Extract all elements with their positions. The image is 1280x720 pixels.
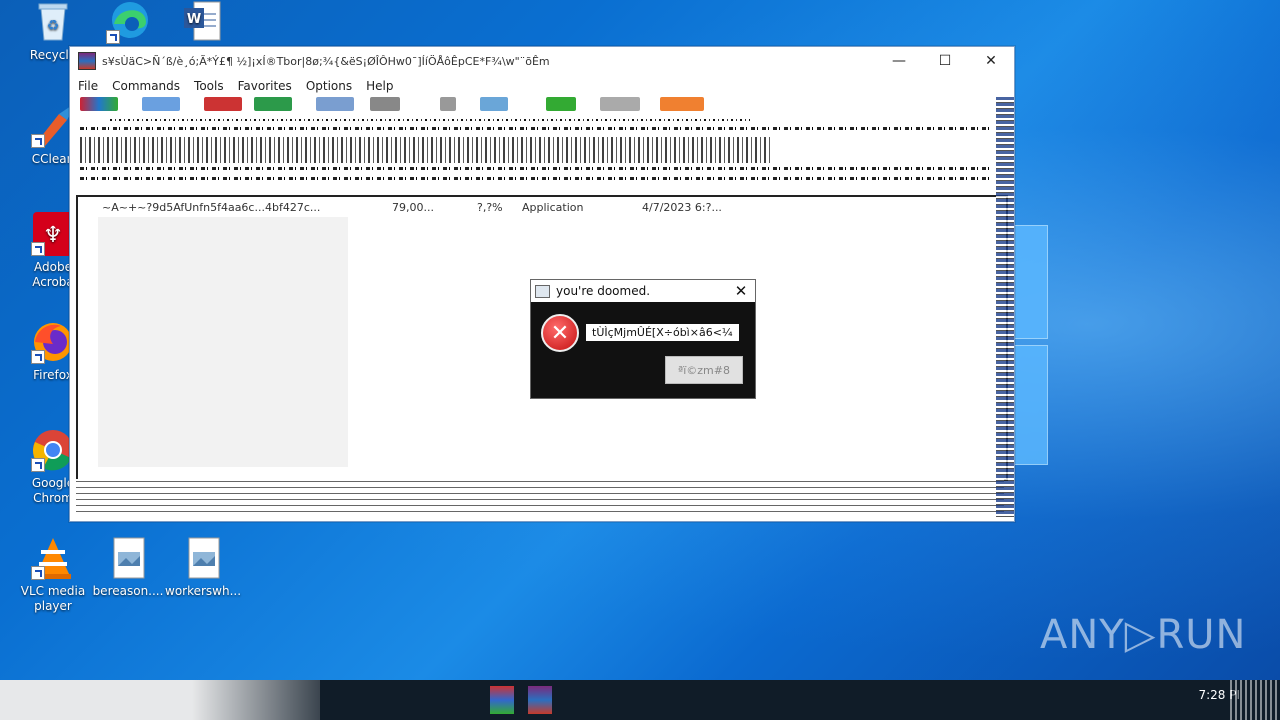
- windows-logo-wallpaper: [1010, 225, 1050, 465]
- recycle-bin-icon: ♻: [31, 0, 75, 44]
- desktop-icon-label: workerswh...: [165, 584, 242, 598]
- desktop-icon-label: VLC media player: [20, 584, 86, 613]
- window-title: s¥sÙäC>Ñ´ß/è¸ó;Ã*Ý£¶ ½]¡xÍ®Tbor|8ø;¾{&ëS…: [102, 54, 550, 68]
- glitch-line: [80, 167, 990, 170]
- desktop-icon-bereason[interactable]: bereason....: [90, 536, 166, 599]
- minimize-button[interactable]: —: [876, 47, 922, 75]
- menu-file[interactable]: File: [72, 79, 106, 93]
- menu-tools[interactable]: Tools: [188, 79, 232, 93]
- menu-commands[interactable]: Commands: [106, 79, 188, 93]
- find-icon[interactable]: [370, 97, 400, 111]
- edge-icon: [106, 0, 150, 44]
- file-modified: 4/7/2023 6:?...: [642, 201, 722, 214]
- file-name: ~A~+~?9d5AfUnfn5f4aa6c...4bf427c...: [102, 201, 321, 214]
- delete-icon[interactable]: [316, 97, 354, 111]
- close-button[interactable]: ✕: [968, 47, 1014, 75]
- image-file-icon: [106, 536, 150, 580]
- dialog-titlebar[interactable]: you're doomed. ✕: [531, 280, 755, 302]
- glitch-block: [80, 137, 770, 163]
- dialog-ok-button[interactable]: ªï©zm#8: [665, 356, 743, 384]
- file-ratio: ?,?%: [477, 201, 503, 214]
- desktop-icon-vlc[interactable]: VLC media player: [15, 536, 91, 614]
- taskbar: 7:28 PI: [0, 680, 1280, 720]
- sfx-icon[interactable]: [660, 97, 704, 111]
- menu-favorites[interactable]: Favorites: [232, 79, 300, 93]
- vlc-icon: [31, 536, 75, 580]
- error-icon: ✕: [541, 314, 579, 352]
- glitch-line: [80, 127, 990, 130]
- glitch-line: [110, 119, 750, 121]
- desktop-icon-word-doc[interactable]: W: [164, 0, 240, 48]
- anyrun-watermark: ANY▷RUN: [1040, 612, 1247, 658]
- doomed-dialog[interactable]: you're doomed. ✕ ✕ tÙÌçMjmÛÉ[X÷óbì×â6<¼ …: [530, 279, 756, 399]
- winrar-taskbar-icon[interactable]: [528, 686, 552, 714]
- dialog-title: you're doomed.: [556, 284, 651, 298]
- status-bar-glitched: [76, 479, 1004, 513]
- file-size: 79,00...: [392, 201, 434, 214]
- svg-text:♆: ♆: [43, 223, 63, 248]
- desktop-icon-label: bereason....: [92, 584, 164, 598]
- toolbar-glitched: [70, 97, 1014, 187]
- image-file-icon: [181, 536, 225, 580]
- menu-options[interactable]: Options: [300, 79, 360, 93]
- dialog-close-button[interactable]: ✕: [727, 282, 755, 300]
- dialog-message: tÙÌçMjmÛÉ[X÷óbì×â6<¼: [586, 324, 739, 341]
- wizard-icon[interactable]: [440, 97, 456, 111]
- info-icon[interactable]: [480, 97, 508, 111]
- window-titlebar[interactable]: s¥sÙäC>Ñ´ß/è¸ó;Ã*Ý£¶ ½]¡xÍ®Tbor|8ø;¾{&ëS…: [70, 47, 1014, 75]
- winrar-app-icon: [78, 52, 96, 70]
- svg-text:♻: ♻: [47, 18, 60, 34]
- taskbar-glitch: [1230, 680, 1280, 720]
- folder-tree-pane: [98, 217, 348, 467]
- desktop-icon-edge[interactable]: [90, 0, 166, 48]
- window-icon: [535, 284, 550, 298]
- svg-text:W: W: [187, 12, 201, 27]
- glitch-line: [80, 177, 990, 180]
- test-icon[interactable]: [204, 97, 242, 111]
- word-doc-icon: W: [180, 0, 224, 44]
- menu-bar: File Commands Tools Favorites Options He…: [70, 75, 1014, 97]
- virusscan-icon[interactable]: [546, 97, 576, 111]
- taskbar-glitch: [0, 680, 320, 720]
- extract-icon[interactable]: [142, 97, 180, 111]
- add-icon[interactable]: [80, 97, 118, 111]
- scrollbar-glitched[interactable]: [996, 97, 1014, 517]
- file-type: Application: [522, 201, 584, 214]
- view-icon[interactable]: [254, 97, 292, 111]
- menu-help[interactable]: Help: [360, 79, 401, 93]
- maximize-button[interactable]: ☐: [922, 47, 968, 75]
- comment-icon[interactable]: [600, 97, 640, 111]
- taskbar-app-icon[interactable]: [490, 686, 514, 714]
- desktop-icon-workerswh[interactable]: workerswh...: [165, 536, 241, 599]
